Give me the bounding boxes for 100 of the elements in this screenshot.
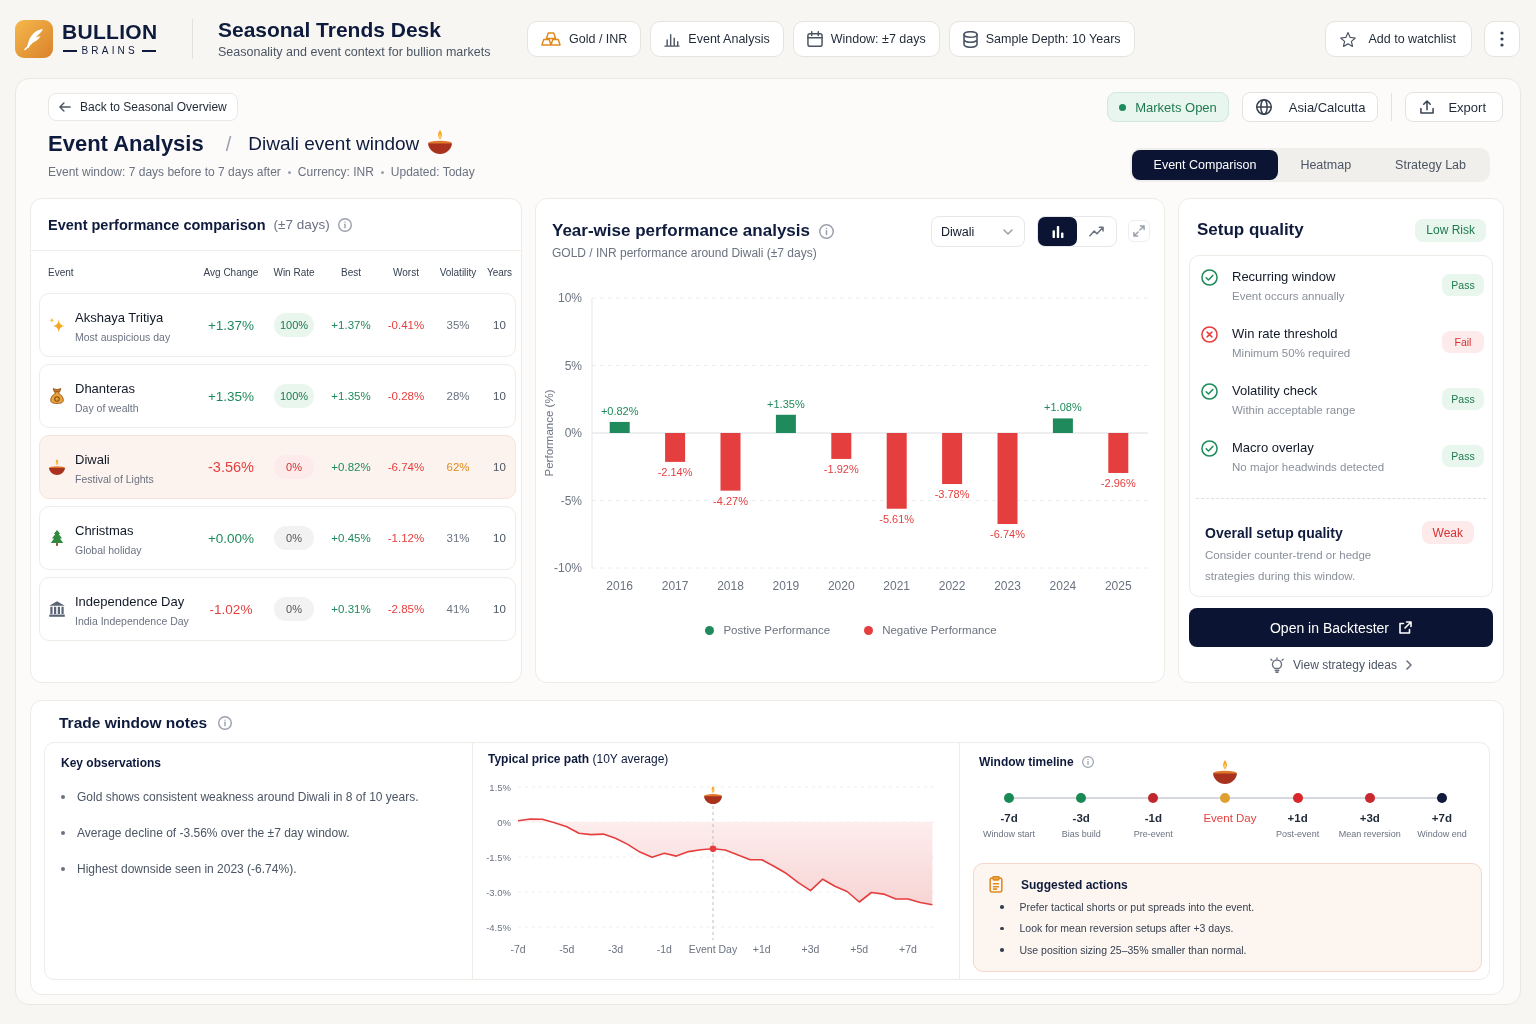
timeline-label: -1d bbox=[1144, 811, 1162, 825]
brand-name: BULLION bbox=[62, 21, 158, 43]
timeline-caption: Pre-event bbox=[1133, 828, 1173, 840]
win-rate-badge: 0% bbox=[274, 526, 314, 550]
axis-category-label: 2025 bbox=[1104, 579, 1132, 593]
action-text: Use position sizing 25–35% smaller than normal. bbox=[1019, 942, 1247, 958]
view-tab[interactable]: Heatmap bbox=[1278, 150, 1374, 180]
axis-tick-label: 10% bbox=[557, 291, 582, 305]
axis-tick-label: -3d bbox=[607, 943, 624, 955]
expand-button[interactable] bbox=[1128, 220, 1150, 242]
volatility-value: 35% bbox=[446, 319, 470, 331]
volatility-value: 28% bbox=[446, 390, 470, 402]
best-value: +0.45% bbox=[331, 532, 371, 544]
bullet-icon bbox=[1000, 948, 1004, 952]
check-description: Within acceptable range bbox=[1232, 403, 1357, 418]
worst-value: -2.85% bbox=[387, 603, 425, 615]
external-link-icon bbox=[1399, 621, 1413, 634]
column-header: Avg Change bbox=[203, 266, 259, 278]
back-link[interactable]: Back to Seasonal Overview bbox=[48, 93, 238, 121]
bar-value-label: -1.92% bbox=[823, 462, 859, 475]
avg-change-value: -3.56% bbox=[208, 459, 254, 475]
strategy-ideas-link[interactable]: View strategy ideas bbox=[1270, 657, 1412, 673]
lightbulb-icon bbox=[1270, 657, 1285, 673]
tree-icon bbox=[49, 530, 65, 546]
context-chip[interactable]: Event Analysis bbox=[650, 21, 784, 57]
volatility-value: 31% bbox=[446, 532, 470, 544]
view-tab[interactable]: Event Comparison bbox=[1131, 150, 1279, 180]
column-header: Best bbox=[341, 266, 361, 278]
avg-change-value: +1.37% bbox=[207, 317, 255, 333]
event-row[interactable]: Diwali Festival of Lights -3.56% 0% +0.82% -6.74% 62% 10 bbox=[39, 435, 516, 499]
event-row[interactable]: Christmas Global holiday +0.00% 0% +0.45% -1.12% 31% 10 bbox=[39, 506, 516, 570]
section-title: Typical price path (10Y average) bbox=[488, 751, 670, 767]
bar-value-label: +0.82% bbox=[600, 404, 639, 417]
axis-category-label: 2019 bbox=[772, 579, 800, 593]
event-description: Festival of Lights bbox=[75, 472, 154, 487]
overall-title: Overall setup quality bbox=[1205, 524, 1343, 541]
view-tab[interactable]: Strategy Lab bbox=[1373, 150, 1488, 180]
axis-category-label: 2017 bbox=[661, 579, 689, 593]
brand-tagline: BRAINS bbox=[81, 45, 138, 57]
axis-tick-label: +1d bbox=[752, 943, 771, 955]
action-text: Look for mean reversion setups after +3 days. bbox=[1019, 921, 1234, 937]
check-result-badge: Fail bbox=[1442, 331, 1484, 353]
event-dropdown[interactable]: Diwali bbox=[931, 216, 1025, 247]
calendar-icon bbox=[806, 31, 823, 47]
bullet-icon bbox=[61, 831, 65, 835]
avg-change-value: +0.00% bbox=[207, 530, 255, 546]
axis-tick-label: -7d bbox=[510, 943, 526, 955]
page-title: Event Analysis bbox=[48, 131, 204, 157]
axis-tick-label: 5% bbox=[564, 358, 582, 373]
check-title: Win rate threshold bbox=[1232, 325, 1339, 343]
watchlist-button[interactable]: Add to watchlist bbox=[1325, 21, 1472, 57]
diya-lamp-icon bbox=[49, 459, 65, 475]
open-backtester-button[interactable]: Open in Backtester bbox=[1189, 608, 1493, 647]
timeline-caption: Post-event bbox=[1276, 828, 1320, 840]
bar-chart-button[interactable] bbox=[1038, 217, 1077, 246]
timeline-label: +1d bbox=[1287, 811, 1308, 825]
context-chip[interactable]: Sample Depth: 10 Years bbox=[948, 21, 1135, 57]
legend-label: Postive Performance bbox=[723, 624, 831, 636]
context-chip[interactable]: Window: ±7 days bbox=[792, 21, 940, 57]
event-row[interactable]: Akshaya Tritiya Most auspicious day +1.37% 100% +1.37% -0.41% 35% 10 bbox=[39, 293, 516, 357]
risk-badge: Low Risk bbox=[1415, 218, 1486, 242]
event-row[interactable]: Independence Day India Independence Day -1.02% 0% +0.31% -2.85% 41% 10 bbox=[39, 577, 516, 641]
diya-lamp-icon bbox=[1213, 760, 1238, 784]
years-value: 10 bbox=[493, 319, 506, 331]
check-description: Event occurs annually bbox=[1232, 289, 1346, 304]
expand-icon bbox=[1133, 225, 1145, 237]
bullet-icon bbox=[1000, 905, 1004, 909]
card-title: Year-wise performance analysis bbox=[552, 221, 810, 241]
timeline-label: +7d bbox=[1431, 811, 1452, 825]
axis-category-label: 2024 bbox=[1049, 579, 1077, 593]
feather-logo-icon bbox=[15, 20, 53, 58]
event-description: India Independence Day bbox=[75, 614, 189, 629]
bullet-icon bbox=[1000, 926, 1004, 930]
timeline-label: -3d bbox=[1072, 811, 1090, 825]
bar-value-label: -4.27% bbox=[713, 494, 748, 507]
chevron-right-icon bbox=[1405, 660, 1412, 670]
axis-tick-label: -5d bbox=[559, 943, 575, 955]
context-chip[interactable]: Gold / INR bbox=[527, 21, 642, 57]
bar-value-label: +1.35% bbox=[767, 397, 805, 410]
observation-text: Average decline of -3.56% over the ±7 day window. bbox=[77, 825, 350, 841]
years-value: 10 bbox=[493, 532, 506, 544]
section-title: Window timeline bbox=[979, 754, 1074, 770]
export-button[interactable]: Export bbox=[1405, 92, 1503, 122]
more-button[interactable] bbox=[1484, 21, 1520, 57]
card-title: Trade window notes bbox=[59, 714, 208, 732]
event-name: Christmas bbox=[75, 522, 135, 540]
win-rate-badge: 100% bbox=[274, 384, 314, 408]
title-note: (±7 days) bbox=[273, 217, 330, 232]
timezone-button[interactable]: Asia/Calcutta bbox=[1241, 92, 1379, 122]
event-row[interactable]: Dhanteras Day of wealth +1.35% 100% +1.35% -0.28% 28% 10 bbox=[39, 364, 516, 428]
database-icon bbox=[962, 30, 978, 48]
diya-lamp-icon bbox=[704, 786, 723, 805]
timeline-caption: Window end bbox=[1417, 828, 1467, 840]
arrow-left-icon bbox=[59, 102, 71, 112]
axis-tick-label: Event Day bbox=[688, 943, 738, 955]
timeline-caption: Mean reversion bbox=[1338, 828, 1401, 840]
globe-icon bbox=[1255, 99, 1272, 115]
page-subtitle: Diwali event window bbox=[248, 133, 420, 155]
page-meta: Event window: 7 days before to 7 days after bbox=[48, 165, 281, 179]
event-description: Most auspicious day bbox=[75, 330, 171, 345]
